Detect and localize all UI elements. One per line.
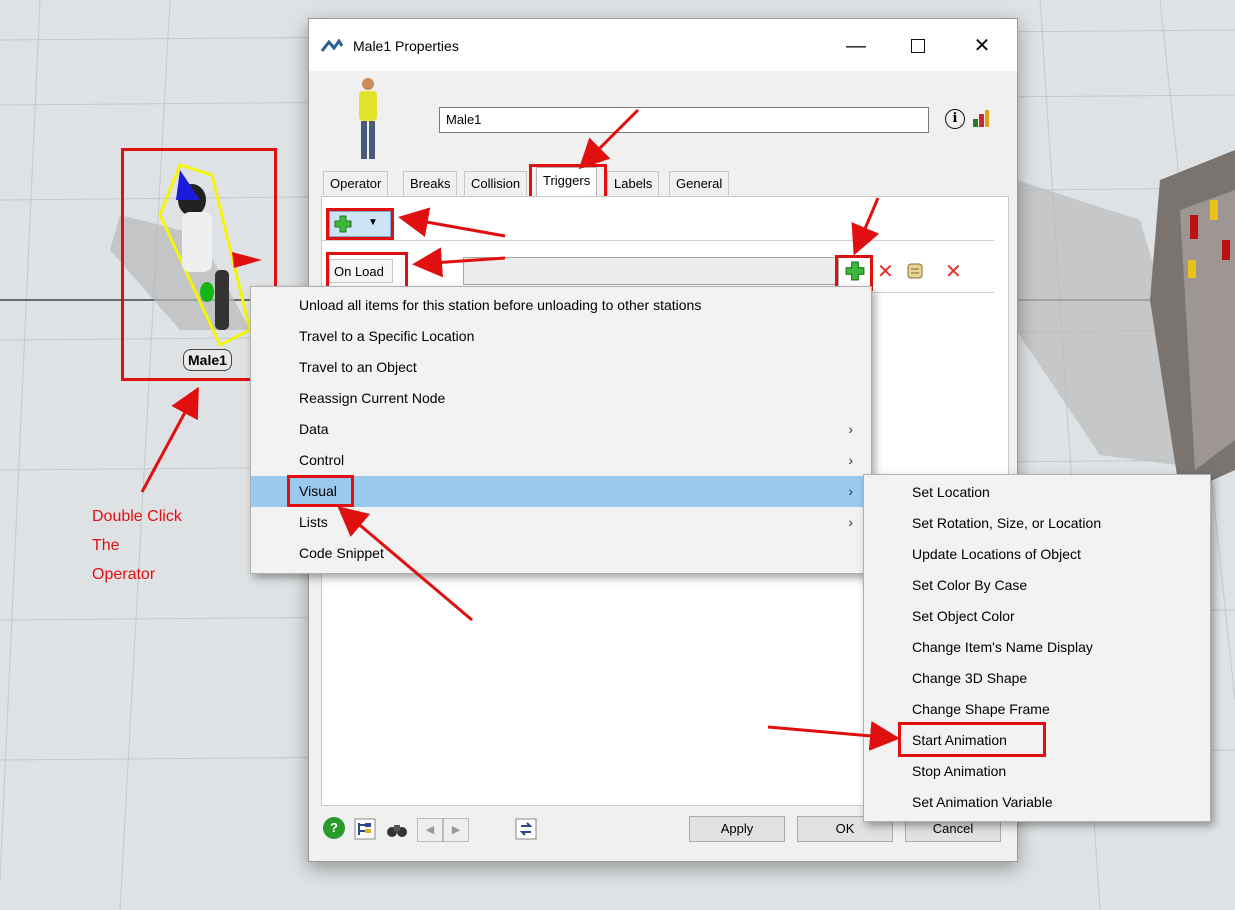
annotation-arrows [140, 108, 900, 751]
